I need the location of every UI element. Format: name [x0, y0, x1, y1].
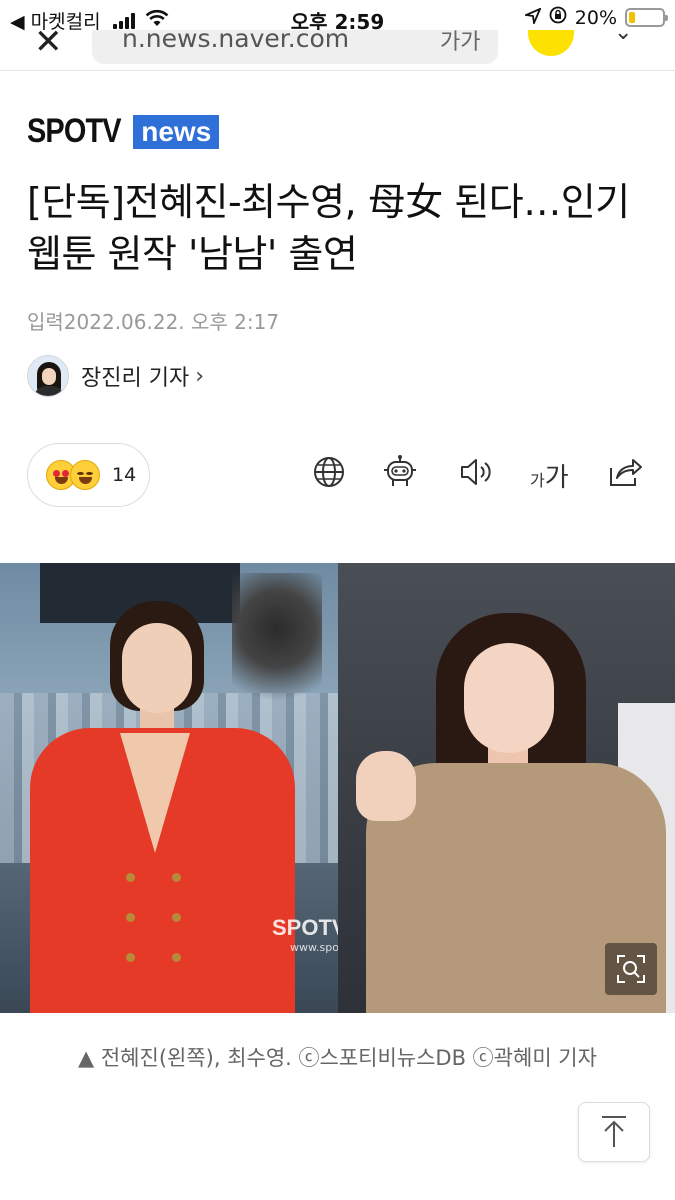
arrow-up-icon	[602, 1116, 626, 1147]
orientation-lock-icon	[549, 6, 567, 29]
photo-left-person: SPOTVnews www.spotvnews.co.kr	[0, 563, 409, 1013]
publish-date: 입력2022.06.22. 오후 2:17	[27, 310, 280, 334]
browser-address-row: ✕ n.news.naver.com 가가 ⌄	[0, 30, 675, 70]
share-icon[interactable]	[607, 454, 647, 494]
speaker-icon[interactable]	[458, 454, 498, 494]
scroll-to-top-button[interactable]	[578, 1102, 650, 1162]
robot-summary-icon[interactable]	[382, 454, 422, 494]
zoom-icon[interactable]	[605, 943, 657, 995]
reaction-count: 14	[112, 464, 137, 486]
logo-news: news	[133, 114, 220, 149]
logo-spotv: SPOTV	[27, 112, 122, 150]
article-headline: [단독]전혜진-최수영, 母女 된다…인기 웹툰 원작 '남남' 출연	[27, 180, 630, 276]
photo-caption: ▲ 전혜진(왼쪽), 최수영. ⓒ스포티비뉴스DB ⓒ곽혜미 기자	[78, 1046, 597, 1070]
laughing-emoji-icon	[70, 460, 100, 490]
divider	[0, 70, 675, 71]
address-url[interactable]: n.news.naver.com	[122, 30, 349, 53]
text-size-button[interactable]: 가가	[440, 30, 480, 56]
font-size-icon[interactable]: 가가	[530, 457, 569, 494]
reporter-link[interactable]: 장진리 기자 ›	[27, 355, 204, 397]
location-icon	[522, 6, 542, 29]
chevron-right-icon: ›	[195, 363, 205, 389]
globe-icon[interactable]	[311, 454, 351, 494]
avatar	[27, 355, 69, 397]
kakao-share-icon[interactable]	[528, 30, 574, 56]
battery-icon	[625, 8, 668, 27]
close-icon[interactable]: ✕	[34, 30, 63, 62]
reporter-name: 장진리 기자	[81, 366, 190, 391]
chevron-down-icon[interactable]: ⌄	[614, 30, 632, 45]
battery-percent: 20%	[574, 6, 617, 29]
article-photo[interactable]: SPOTVnews www.spotvnews.co.kr	[0, 563, 675, 1013]
publisher-logo[interactable]: SPOTV news	[27, 112, 220, 151]
reaction-button[interactable]: 14	[27, 443, 150, 507]
